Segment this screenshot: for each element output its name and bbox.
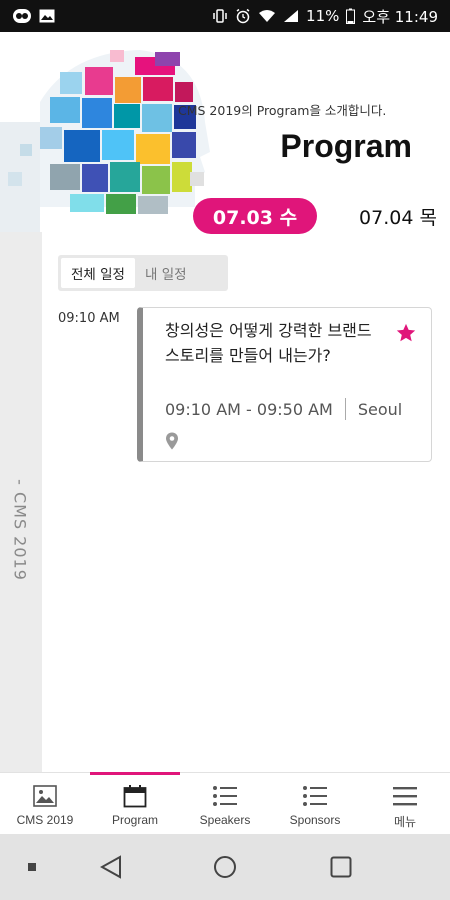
nav-item-sponsors[interactable]: Sponsors: [270, 773, 360, 835]
signal-icon: [283, 9, 299, 23]
status-bar: 11% 오후 11:49: [0, 0, 450, 32]
image-icon: [39, 9, 55, 23]
nav-item-cms2019[interactable]: CMS 2019: [0, 773, 90, 835]
wifi-icon: [258, 9, 276, 23]
status-bar-right: 11% 오후 11:49: [212, 6, 438, 27]
meta-divider: [344, 398, 346, 420]
vibrate-icon: [212, 8, 228, 24]
nav-label-program: Program: [111, 813, 158, 827]
session-location: Seoul: [357, 399, 403, 419]
status-time: 오후 11:49: [362, 7, 438, 26]
battery-percent: 11%: [306, 7, 340, 25]
battery-icon: [346, 8, 356, 24]
system-nav-bar: [0, 834, 450, 900]
nav-label-cms2019: CMS 2019: [16, 813, 74, 827]
mosaic-head-illustration: [0, 32, 230, 232]
nav-label-speakers: Speakers: [199, 813, 251, 827]
nav-item-speakers[interactable]: Speakers: [180, 773, 270, 835]
header-subtitle: CMS 2019의 Program을 소개합니다.: [178, 103, 387, 118]
session-card[interactable]: 창의성은 어떻게 강력한 브랜드 스토리를 만들어 내는가? 09:10 AM …: [137, 307, 432, 462]
nav-label-menu: 메뉴: [393, 815, 417, 829]
image-icon: [33, 783, 57, 809]
location-pin-icon: [165, 432, 179, 454]
list-icon: [212, 783, 238, 809]
hamburger-icon: [392, 783, 418, 809]
app-badge-icon: [12, 8, 32, 24]
bottom-nav: CMS 2019 Program Speakers Sponsors 메뉴: [0, 772, 450, 834]
back-icon[interactable]: [96, 834, 126, 900]
alarm-icon: [235, 8, 251, 24]
calendar-icon: [123, 783, 147, 809]
date-tab-0703[interactable]: 07.03 수: [193, 198, 317, 234]
filter-my-schedule[interactable]: 내 일정: [135, 258, 197, 288]
side-rail: - CMS 2019: [0, 230, 42, 772]
nav-item-menu[interactable]: 메뉴: [360, 773, 450, 835]
session-time-range: 09:10 AM - 09:50 AM: [165, 399, 333, 419]
recents-icon[interactable]: [326, 834, 356, 900]
nav-label-sponsors: Sponsors: [289, 813, 341, 827]
status-bar-left: [12, 8, 55, 24]
filter-all-schedule[interactable]: 전체 일정: [61, 258, 135, 288]
session-title: 창의성은 어떻게 강력한 브랜드 스토리를 만들어 내는가?: [165, 321, 372, 365]
session-meta: 09:10 AM - 09:50 AM Seoul: [165, 398, 402, 420]
schedule-filter: 전체 일정 내 일정: [58, 255, 228, 291]
session-time-label: 09:10 AM: [58, 311, 120, 326]
list-icon: [302, 783, 328, 809]
favorite-star-icon[interactable]: [395, 322, 417, 348]
dot-icon[interactable]: [20, 834, 44, 900]
page-title: Program: [280, 128, 412, 164]
home-icon[interactable]: [210, 834, 240, 900]
side-rail-label: - CMS 2019: [10, 479, 30, 581]
date-tab-0704[interactable]: 07.04 목: [350, 198, 446, 234]
nav-item-program[interactable]: Program: [90, 773, 180, 835]
header-artwork: [0, 32, 230, 232]
